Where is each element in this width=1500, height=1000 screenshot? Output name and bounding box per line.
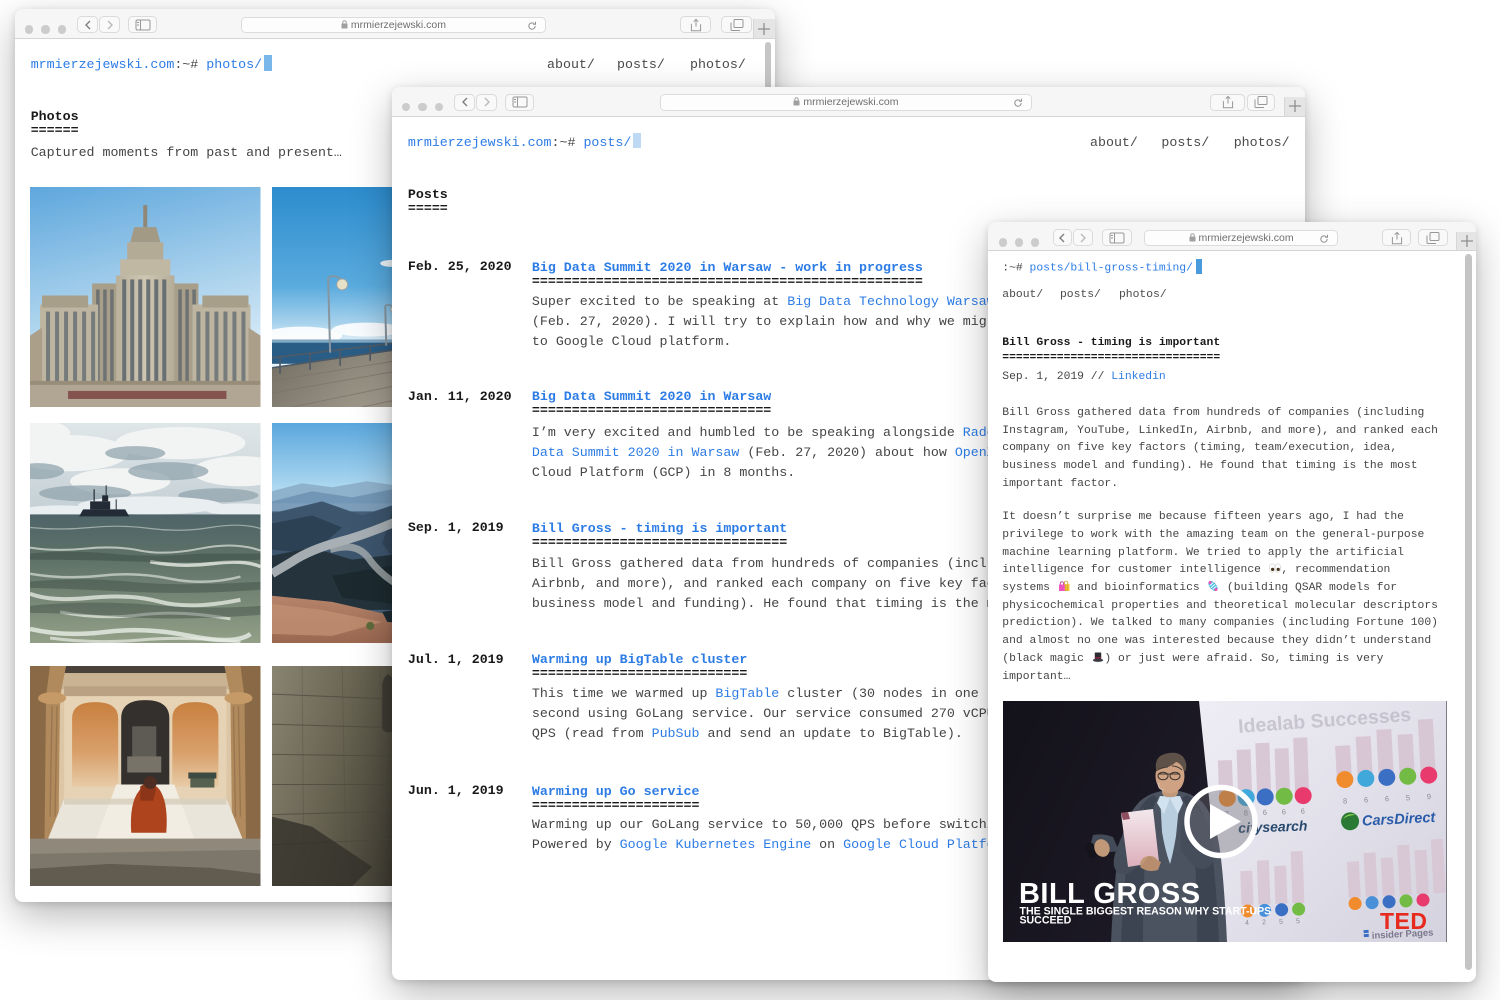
svg-text:5: 5 [1279, 918, 1283, 925]
svg-text:6: 6 [1263, 807, 1267, 816]
svg-text:TED: TED [1380, 908, 1427, 934]
svg-text:5: 5 [1406, 793, 1411, 802]
svg-text:8: 8 [1343, 796, 1348, 805]
svg-text:9: 9 [1427, 792, 1432, 801]
svg-text:6: 6 [1301, 806, 1305, 815]
svg-text:6: 6 [1282, 807, 1286, 816]
svg-text:6: 6 [1364, 795, 1369, 804]
svg-text:SUCCEED: SUCCEED [1020, 914, 1072, 926]
svg-text:5: 5 [1296, 918, 1300, 925]
svg-text:6: 6 [1385, 794, 1390, 803]
svg-text:4: 4 [1245, 919, 1249, 926]
svg-text:2: 2 [1262, 919, 1266, 926]
